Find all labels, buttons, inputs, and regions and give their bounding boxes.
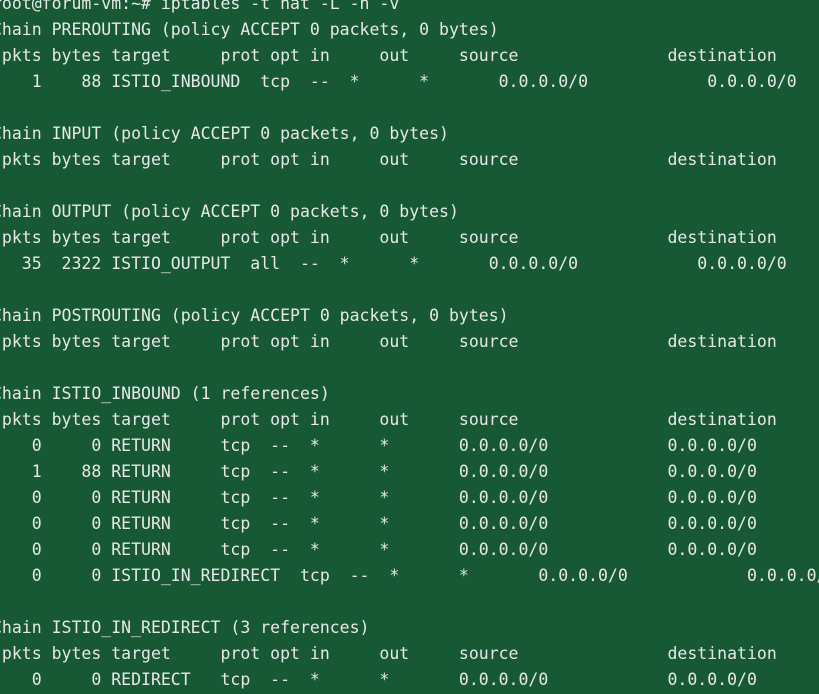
terminal-window[interactable]: root@forum-vm:~# iptables -t nat -L -n -… <box>0 0 819 694</box>
terminal-line-chain-header: Chain INPUT (policy ACCEPT 0 packets, 0 … <box>0 124 449 143</box>
terminal-line-prompt: root@forum-vm:~# iptables -t nat -L -n -… <box>0 0 400 13</box>
terminal-line-rule: 1 88 ISTIO_INBOUND tcp -- * * 0.0.0.0/0 … <box>0 72 797 91</box>
terminal-line-chain-header: Chain ISTIO_IN_REDIRECT (3 references) <box>0 618 370 637</box>
terminal-line-rule: 0 0 ISTIO_IN_REDIRECT tcp -- * * 0.0.0.0… <box>0 566 819 585</box>
terminal-line-rule: 0 0 RETURN tcp -- * * 0.0.0.0/0 0.0.0.0/… <box>0 540 757 559</box>
terminal-line-rule: 0 0 RETURN tcp -- * * 0.0.0.0/0 0.0.0.0/… <box>0 436 757 455</box>
terminal-line-column-header: pkts bytes target prot opt in out source… <box>0 332 777 351</box>
terminal-line-rule: 0 0 REDIRECT tcp -- * * 0.0.0.0/0 0.0.0.… <box>0 670 757 689</box>
terminal-line-chain-header: Chain PREROUTING (policy ACCEPT 0 packet… <box>0 20 499 39</box>
terminal-line-rule: 0 0 RETURN tcp -- * * 0.0.0.0/0 0.0.0.0/… <box>0 488 757 507</box>
terminal-line-rule: 1 88 RETURN tcp -- * * 0.0.0.0/0 0.0.0.0… <box>0 462 757 481</box>
terminal-line-chain-header: Chain ISTIO_INBOUND (1 references) <box>0 384 330 403</box>
terminal-line-rule: 35 2322 ISTIO_OUTPUT all -- * * 0.0.0.0/… <box>0 254 787 273</box>
terminal-line-rule: 0 0 RETURN tcp -- * * 0.0.0.0/0 0.0.0.0/… <box>0 514 757 533</box>
terminal-line-column-header: pkts bytes target prot opt in out source… <box>0 228 777 247</box>
terminal-line-column-header: pkts bytes target prot opt in out source… <box>0 644 777 663</box>
terminal-line-column-header: pkts bytes target prot opt in out source… <box>0 410 777 429</box>
terminal-line-chain-header: Chain POSTROUTING (policy ACCEPT 0 packe… <box>0 306 509 325</box>
terminal-line-chain-header: Chain OUTPUT (policy ACCEPT 0 packets, 0… <box>0 202 459 221</box>
terminal-line-column-header: pkts bytes target prot opt in out source… <box>0 150 777 169</box>
terminal-line-column-header: pkts bytes target prot opt in out source… <box>0 46 777 65</box>
